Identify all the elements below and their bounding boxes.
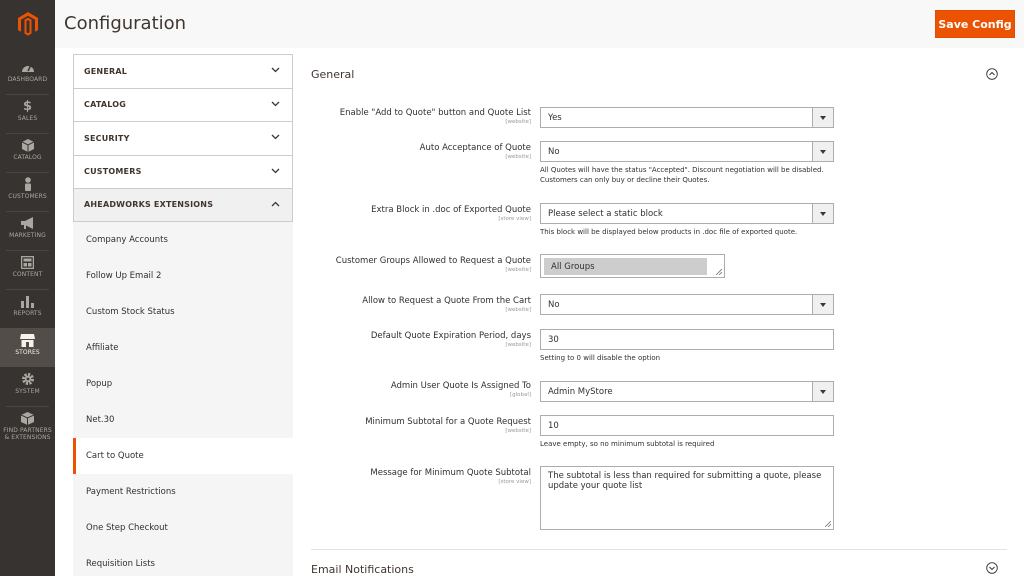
cube-icon [21, 138, 34, 152]
extra-block-select[interactable]: Please select a static block [540, 203, 834, 224]
dollar-icon: $ [22, 98, 33, 114]
nav-customers[interactable]: CUSTOMERS [0, 172, 55, 211]
save-config-button[interactable]: Save Config [935, 10, 1015, 38]
section-title-email-notifications[interactable]: Email Notifications [311, 563, 414, 576]
tab-company-accounts[interactable]: Company Accounts [73, 221, 293, 258]
dropdown-arrow-icon [812, 382, 833, 401]
box-icon [21, 411, 34, 425]
page-title: Configuration [64, 13, 187, 34]
magento-logo-icon[interactable] [0, 0, 55, 48]
minimum-subtotal-input[interactable]: 10 [540, 415, 834, 436]
nav-stores[interactable]: STORES [0, 328, 55, 367]
tab-one-step-checkout[interactable]: One Step Checkout [73, 509, 293, 546]
collapse-circle-icon[interactable] [986, 68, 998, 80]
megaphone-icon [20, 216, 35, 230]
tab-payment-restrictions[interactable]: Payment Restrictions [73, 473, 293, 510]
chevron-up-icon [271, 201, 280, 207]
minimum-message-textarea[interactable]: The subtotal is less than required for s… [540, 466, 834, 530]
person-icon [23, 177, 33, 191]
tab-catalog[interactable]: CATALOG [73, 87, 293, 121]
nav-dashboard[interactable]: DASHBOARD [0, 55, 55, 94]
auto-acceptance-select[interactable]: No [540, 141, 834, 162]
nav-find-partners[interactable]: FIND PARTNERS & EXTENSIONS [0, 406, 55, 450]
dashboard-icon [21, 60, 35, 74]
tab-cart-to-quote[interactable]: Cart to Quote [73, 437, 293, 474]
chevron-down-icon [271, 101, 280, 106]
nav-sales[interactable]: $ SALES [0, 94, 55, 133]
expiration-note: Setting to 0 will disable the option [540, 354, 661, 362]
tab-follow-up-email-2[interactable]: Follow Up Email 2 [73, 257, 293, 294]
option-all-groups[interactable]: All Groups [544, 258, 707, 275]
nav-catalog[interactable]: CATALOG [0, 133, 55, 172]
nav-reports[interactable]: REPORTS [0, 289, 55, 328]
dropdown-arrow-icon [812, 142, 833, 161]
store-icon [20, 333, 35, 347]
tab-net30[interactable]: Net.30 [73, 401, 293, 438]
tab-general[interactable]: GENERAL [73, 54, 293, 88]
auto-acceptance-note: All Quotes will have the status "Accepte… [540, 166, 824, 184]
resize-handle-icon[interactable] [716, 269, 722, 275]
main-content: GENERAL CATALOG SECURITY CUSTOMERS AHEAD… [55, 48, 1024, 576]
config-tabs: GENERAL CATALOG SECURITY CUSTOMERS AHEAD… [73, 54, 293, 576]
admin-sidebar: DASHBOARD $ SALES CATALOG CUSTOMERS MARK… [0, 0, 55, 576]
allow-from-cart-select[interactable]: No [540, 294, 834, 315]
chevron-down-icon [271, 168, 280, 173]
dropdown-arrow-icon [812, 108, 833, 127]
extra-block-note: This block will be displayed below produ… [540, 228, 798, 236]
tab-affiliate[interactable]: Affiliate [73, 329, 293, 366]
dropdown-arrow-icon [812, 204, 833, 223]
resize-handle-icon[interactable] [825, 521, 831, 527]
nav-marketing[interactable]: MARKETING [0, 211, 55, 250]
nav-content[interactable]: CONTENT [0, 250, 55, 289]
gear-icon [21, 372, 35, 386]
tab-customers[interactable]: CUSTOMERS [73, 154, 293, 188]
expand-circle-icon[interactable] [986, 562, 998, 574]
nav-system[interactable]: SYSTEM [0, 367, 55, 406]
enable-add-to-quote-select[interactable]: Yes [540, 107, 834, 128]
minimum-subtotal-note: Leave empty, so no minimum subtotal is r… [540, 440, 715, 448]
chevron-down-icon [271, 67, 280, 73]
page-header: Configuration Save Config [55, 0, 1024, 48]
section-divider [311, 549, 1007, 550]
section-title-general[interactable]: General [311, 68, 354, 81]
customer-groups-multiselect[interactable]: All Groups [540, 254, 725, 278]
chevron-down-icon [271, 134, 280, 140]
layout-icon [21, 255, 34, 269]
tab-popup[interactable]: Popup [73, 365, 293, 402]
admin-user-select[interactable]: Admin MyStore [540, 381, 834, 402]
tab-security[interactable]: SECURITY [73, 121, 293, 155]
tab-aheadworks-extensions[interactable]: AHEADWORKS EXTENSIONS [73, 188, 293, 222]
bar-chart-icon [21, 294, 34, 308]
expiration-period-input[interactable]: 30 [540, 329, 834, 350]
tab-requisition-lists[interactable]: Requisition Lists [73, 545, 293, 576]
dropdown-arrow-icon [812, 295, 833, 314]
tab-custom-stock-status[interactable]: Custom Stock Status [73, 293, 293, 330]
